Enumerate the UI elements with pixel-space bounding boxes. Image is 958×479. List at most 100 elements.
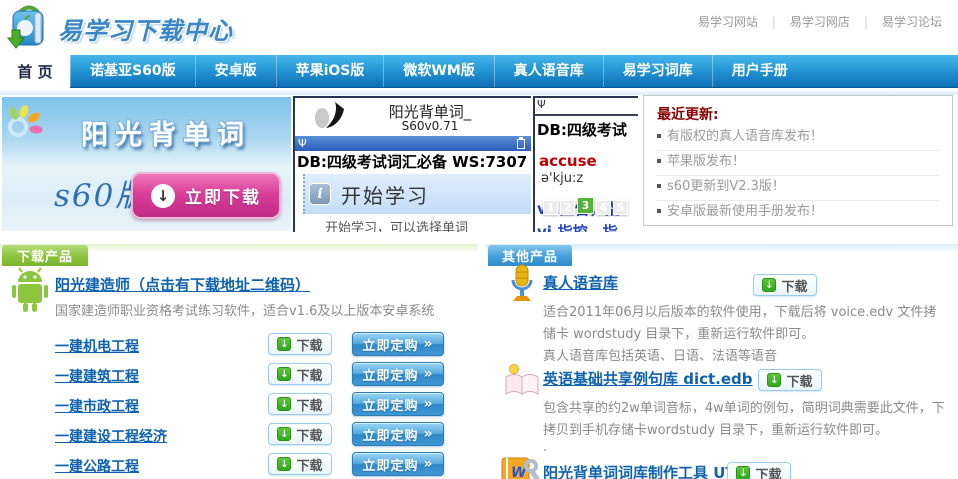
chevron-right-icon: » <box>423 366 433 382</box>
download-arrow-icon: ↓ <box>277 367 291 381</box>
db-status-line: DB:四级考试词汇必备 WS:7307 <box>295 151 531 174</box>
page-dot-3-active[interactable]: 3 <box>577 197 594 214</box>
nav-tab-nokia-s60[interactable]: 诺基亚S60版 <box>70 55 195 87</box>
order-button-jianzhu[interactable]: 立即定购» <box>352 362 444 386</box>
nav-tab-dictionary[interactable]: 易学习词库 <box>603 55 712 87</box>
logo[interactable]: 易学习下载中心 <box>6 4 233 52</box>
top-link-website[interactable]: 易学习网站 <box>698 13 758 30</box>
download-button-jidian[interactable]: ↓ 下载 <box>268 333 332 355</box>
product-link-dict-tool[interactable]: 阳光背单词词库制作工具 UTF8 <box>543 462 756 479</box>
info-icon: i <box>309 183 331 205</box>
order-button-jidian[interactable]: 立即定购» <box>352 332 444 356</box>
download-arrow-icon: ↓ <box>277 457 291 471</box>
logo-text: 易学习下载中心 <box>58 11 233 46</box>
menu-subtext: 开始学习，可以选择单词 <box>325 217 531 232</box>
download-button-jingji[interactable]: ↓ 下载 <box>268 423 332 445</box>
link-divider: | <box>772 15 776 29</box>
open-book-icon <box>501 362 543 404</box>
android-icon <box>10 267 50 319</box>
order-button-jingji[interactable]: 立即定购» <box>352 422 444 446</box>
vocabulary-word: accuse <box>535 140 638 170</box>
voice-desc-line3: 真人语音库包括英语、日语、法语等语音 <box>543 345 777 364</box>
status-bar: Ψ <box>295 136 531 151</box>
bullet-icon <box>657 159 661 163</box>
nav-tab-home[interactable]: 首 页 <box>0 55 70 88</box>
nav-tab-manual[interactable]: 用户手册 <box>712 55 807 87</box>
download-button-gonglu[interactable]: ↓ 下载 <box>268 453 332 475</box>
top-link-store[interactable]: 易学习网店 <box>790 13 850 30</box>
main-nav: 首 页 诺基亚S60版 安卓版 苹果iOS版 微软WM版 真人语音库 易学习词库… <box>0 55 958 88</box>
banner-download-button[interactable]: ↓ 立即下载 <box>131 172 281 219</box>
meaning-line-2: vi.指控，指 <box>535 219 638 232</box>
order-button-gonglu[interactable]: 立即定购» <box>352 452 444 476</box>
order-button-shizheng[interactable]: 立即定购» <box>352 392 444 416</box>
product-link-sentence-library[interactable]: 英语基础共享例句库 dict.edb <box>543 368 753 389</box>
sentence-desc-line2: 拷贝到手机存储卡wordstudy 目录下，重新运行软件即可。 <box>543 419 888 438</box>
page: 易学习下载中心 易学习网站 | 易学习网店 | 易学习论坛 首 页 诺基亚S60… <box>0 0 958 479</box>
link-divider: | <box>864 15 868 29</box>
item-link-shizheng[interactable]: 一建市政工程 <box>55 396 139 416</box>
tab-other-products[interactable]: 其他产品 <box>488 245 572 266</box>
download-button-dict-tool[interactable]: ↓ 下载 <box>727 462 791 479</box>
update-item[interactable]: 安卓版最新使用手册发布！ <box>657 201 939 226</box>
screenshot-header: 阳光背单词_ S60v0.71 <box>295 98 531 136</box>
chevron-right-icon: » <box>423 336 433 352</box>
product-link-voice-library[interactable]: 真人语音库 <box>543 272 618 293</box>
tool-book-icon: W <box>500 455 540 479</box>
signal-icon: Ψ <box>535 98 638 116</box>
product-link-jianzaoshi[interactable]: 阳光建造师（点击有下载地址二维码） <box>55 274 310 295</box>
tab-download-products[interactable]: 下载产品 <box>2 245 88 266</box>
download-arrow-icon: ↓ <box>277 397 291 411</box>
page-dot-1[interactable]: 1 <box>543 200 558 215</box>
nav-tab-voice-library[interactable]: 真人语音库 <box>494 55 603 87</box>
voice-desc-line2: 储卡 wordstudy 目录下，重新运行软件即可。 <box>543 323 814 342</box>
app-screenshot-menu: 阳光背单词_ S60v0.71 Ψ DB:四级考试词汇必备 WS:7307 i … <box>293 96 531 232</box>
item-link-jidian[interactable]: 一建机电工程 <box>55 336 139 356</box>
app-version: S60v0.71 <box>355 119 505 133</box>
update-item[interactable]: 苹果版发布！ <box>657 151 939 176</box>
top-links: 易学习网站 | 易学习网店 | 易学习论坛 <box>698 13 942 30</box>
update-item[interactable]: 有版权的真人语音库发布！ <box>657 126 939 151</box>
chevron-right-icon: » <box>423 456 433 472</box>
page-dot-2[interactable]: 2 <box>560 200 575 215</box>
item-link-gonglu[interactable]: 一建公路工程 <box>55 456 139 476</box>
download-arrow-icon: ↓ <box>151 184 175 208</box>
download-arrow-icon: ↓ <box>762 278 776 292</box>
db-status-line: DB:四级考试 <box>535 116 638 140</box>
download-button-shizheng[interactable]: ↓ 下载 <box>268 393 332 415</box>
update-item[interactable]: s60更新到V2.3版！ <box>657 176 939 201</box>
download-arrow-icon: ↓ <box>277 427 291 441</box>
download-button-voice-library[interactable]: ↓ 下载 <box>753 274 817 296</box>
logo-bag-icon <box>6 2 52 54</box>
nav-tab-wm[interactable]: 微软WM版 <box>383 55 493 87</box>
download-button-sentence-library[interactable]: ↓ 下载 <box>758 369 822 391</box>
page-dot-5[interactable]: 5 <box>613 200 628 215</box>
updates-title: 最近更新: <box>657 104 939 126</box>
product-desc: 国家建造师职业资格考试练习软件，适合v1.6及以上版本安卓系统 <box>55 300 434 319</box>
battery-icon <box>517 139 525 149</box>
download-arrow-icon: ↓ <box>767 373 781 387</box>
bullet-icon <box>657 184 661 188</box>
flower-icon <box>6 105 46 145</box>
nav-tab-android[interactable]: 安卓版 <box>195 55 276 87</box>
chevron-right-icon: » <box>423 396 433 412</box>
page-dot-4[interactable]: 4 <box>596 200 611 215</box>
recent-updates-panel: 最近更新: 有版权的真人语音库发布！ 苹果版发布！ s60更新到V2.3版！ 安… <box>643 95 953 226</box>
item-link-jingji[interactable]: 一建建设工程经济 <box>55 426 167 446</box>
bullet-icon <box>657 134 661 138</box>
download-button-jianzhu[interactable]: ↓ 下载 <box>268 363 332 385</box>
item-link-jianzhu[interactable]: 一建建筑工程 <box>55 366 139 386</box>
nav-tab-ios[interactable]: 苹果iOS版 <box>276 55 384 87</box>
voice-desc-line1: 适合2011年06月以后版本的软件使用，下载后将 voice.edv 文件拷 <box>543 301 936 320</box>
menu-selected-row[interactable]: i 开始学习 <box>303 174 531 214</box>
chevron-right-icon: » <box>423 426 433 442</box>
header: 易学习下载中心 易学习网站 | 易学习网店 | 易学习论坛 <box>0 0 958 55</box>
phonetic-text: ə'kju:z <box>535 170 638 186</box>
sentence-desc-line3: . <box>543 440 547 455</box>
promo-banner: 阳光背单词 s60版 ↓ 立即下载 <box>2 97 291 231</box>
bullet-icon <box>657 209 661 213</box>
download-arrow-icon: ↓ <box>277 337 291 351</box>
top-link-forum[interactable]: 易学习论坛 <box>882 13 942 30</box>
banner-pagination: 1 2 3 4 5 <box>543 197 630 215</box>
sentence-desc-line1: 包含共享的约2w单词音标，4w单词的例句，简明词典需要此文件，下 <box>543 397 945 416</box>
